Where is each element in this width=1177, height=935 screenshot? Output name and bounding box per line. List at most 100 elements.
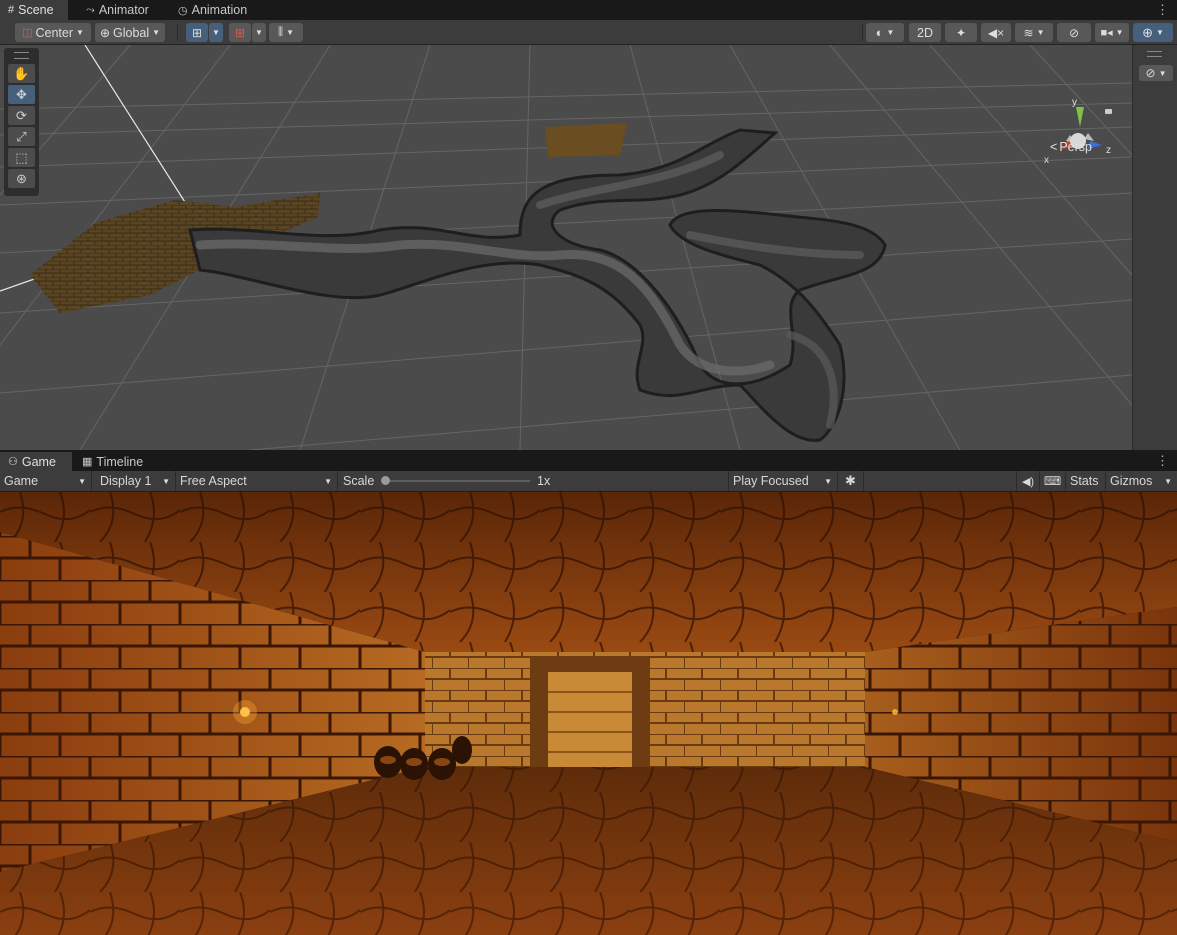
tab-timeline[interactable]: ▦ Timeline <box>74 452 160 471</box>
axis-label-z: z <box>1106 145 1111 156</box>
scene-visibility-button[interactable]: ⊘ <box>1057 23 1091 42</box>
chevron-down-icon: ▼ <box>255 28 263 37</box>
lock-icon[interactable] <box>1105 109 1112 114</box>
projection-toggle[interactable]: < Persp <box>1050 140 1092 154</box>
eye-slash-icon: ⊘ <box>1068 25 1080 40</box>
stats-label: Stats <box>1070 474 1099 488</box>
audio-toggle-button[interactable]: ◀× <box>981 23 1011 42</box>
chevron-left-icon: < <box>1050 140 1058 154</box>
grid-lines-icon: ⫼ <box>278 26 284 38</box>
toolbar-divider <box>177 24 178 41</box>
gizmos-dropdown[interactable]: Gizmos ▼ <box>1106 471 1177 491</box>
drag-handle-icon[interactable] <box>14 52 29 59</box>
scene-viewport[interactable]: ✋ ✥ ⟳ ⤢ ⬚ ⊛ y x z < Persp <box>0 45 1132 450</box>
stats-button[interactable]: Stats <box>1066 471 1106 491</box>
tab-game[interactable]: ⚇ Game <box>0 452 72 471</box>
speaker-icon: ◀) <box>1021 475 1035 488</box>
mute-audio-button[interactable]: ◀) <box>1016 471 1040 491</box>
projection-label: Persp <box>1059 140 1092 154</box>
scene-overlay-sidebar: ⊘ ▼ <box>1132 45 1177 450</box>
pivot-mode-dropdown[interactable]: ◫ Center ▼ <box>15 23 91 42</box>
axis-label-x: x <box>1044 155 1049 166</box>
aspect-dropdown[interactable]: Free Aspect ▼ <box>176 471 338 491</box>
scene-grid-render <box>0 45 1132 450</box>
overlay-compass-dropdown[interactable]: ⊘ ▼ <box>1139 65 1173 81</box>
chevron-down-icon: ▼ <box>824 477 832 486</box>
draw-mode-dropdown[interactable]: ◐ ▼ <box>866 23 904 42</box>
space-mode-label: Global <box>113 25 150 40</box>
shading-sphere-icon: ◐ <box>875 25 884 40</box>
play-mode-value: Play Focused <box>733 474 809 488</box>
move-tool-button[interactable]: ✥ <box>8 85 35 104</box>
play-mode-dropdown[interactable]: Play Focused ▼ <box>728 471 838 491</box>
rect-tool-button[interactable]: ⬚ <box>8 148 35 167</box>
space-mode-dropdown[interactable]: ⊕ Global ▼ <box>95 23 165 42</box>
gizmos-label: Gizmos <box>1110 474 1153 488</box>
gamepad-icon: ⚇ <box>8 456 18 468</box>
tab-scene[interactable]: # Scene <box>0 0 68 20</box>
chevron-down-icon: ▼ <box>1158 68 1167 78</box>
pivot-mode-label: Center <box>35 25 73 40</box>
aspect-value: Free Aspect <box>180 474 247 488</box>
move-arrows-icon: ✥ <box>16 86 27 102</box>
increment-snap-dropdown[interactable]: ▼ <box>252 23 266 42</box>
orientation-gizmo[interactable]: y x z <box>1040 97 1120 177</box>
chevron-down-icon: ▼ <box>1155 28 1164 37</box>
clock-icon: ◷ <box>178 4 188 17</box>
grid-visibility-dropdown[interactable]: ⫼ ▼ <box>269 23 303 42</box>
increment-snap-button[interactable]: ⊞ <box>229 23 251 42</box>
toggle-2d-label: 2D <box>917 25 933 40</box>
hand-icon: ✋ <box>13 65 30 81</box>
tool-palette: ✋ ✥ ⟳ ⤢ ⬚ ⊛ <box>4 48 39 196</box>
tab-timeline-label: Timeline <box>96 454 144 469</box>
pivot-icon: ◫ <box>22 27 33 39</box>
scale-slider-handle[interactable] <box>381 476 390 485</box>
game-view-value: Game <box>4 474 39 488</box>
grid-icon: # <box>8 4 15 16</box>
audio-mute-icon: ◀× <box>987 25 1005 40</box>
tab-animation-label: Animation <box>191 3 248 17</box>
scale-tool-button[interactable]: ⤢ <box>8 127 35 146</box>
scale-icon: ⤢ <box>16 128 27 144</box>
hand-tool-button[interactable]: ✋ <box>8 64 35 83</box>
tab-game-label: Game <box>21 454 56 469</box>
scene-kebab-menu-icon[interactable]: ⋮ <box>1156 3 1169 17</box>
animator-icon: ⤳ <box>86 3 95 16</box>
chevron-down-icon: ▼ <box>324 477 332 486</box>
toolbar-divider <box>862 24 863 41</box>
globe-icon: ⊕ <box>99 25 110 40</box>
rect-transform-icon: ⬚ <box>15 149 28 165</box>
grid-snap-icon: ⊞ <box>191 25 203 40</box>
transform-tool-button[interactable]: ⊛ <box>8 169 35 188</box>
scale-control: Scale 1x <box>339 471 724 491</box>
display-dropdown[interactable]: Display 1 ▼ <box>96 471 176 491</box>
keyboard-icon: ⌨ <box>1043 474 1062 488</box>
game-toolbar: Game ▼ Display 1 ▼ Free Aspect ▼ Scale 1… <box>0 471 1177 492</box>
toggle-2d-button[interactable]: 2D <box>909 23 941 42</box>
tab-animator[interactable]: ⤳ Animator <box>78 0 164 20</box>
effects-layers-icon: ≋ <box>1023 25 1034 40</box>
game-tab-bar: ⚇ Game ▦ Timeline ⋮ <box>0 452 1177 471</box>
game-view-dropdown[interactable]: Game ▼ <box>0 471 92 491</box>
snap-increment-icon: ⊞ <box>234 25 246 40</box>
drag-handle-icon[interactable] <box>1147 51 1162 57</box>
tab-animation[interactable]: ◷ Animation <box>170 0 260 20</box>
frame-debugger-button[interactable]: ✱ <box>838 471 864 491</box>
chevron-down-icon: ▼ <box>212 28 220 37</box>
camera-settings-dropdown[interactable]: ■◂ ▼ <box>1095 23 1129 42</box>
light-bulb-icon: ✦ <box>955 25 967 40</box>
grid-snapping-button[interactable]: ⊞ <box>186 23 208 42</box>
gizmos-toggle-dropdown[interactable]: ⊕ ▼ <box>1133 23 1173 42</box>
game-viewport[interactable] <box>0 492 1177 935</box>
scale-slider-track[interactable] <box>385 480 530 482</box>
shortcuts-button[interactable]: ⌨ <box>1040 471 1066 491</box>
effects-dropdown[interactable]: ≋ ▼ <box>1015 23 1053 42</box>
lighting-toggle-button[interactable]: ✦ <box>945 23 977 42</box>
game-kebab-menu-icon[interactable]: ⋮ <box>1156 454 1169 468</box>
chevron-down-icon: ▼ <box>162 477 170 486</box>
camera-icon: ■◂ <box>1100 27 1113 39</box>
rotate-tool-button[interactable]: ⟳ <box>8 106 35 125</box>
tab-scene-label: Scene <box>18 3 54 17</box>
gizmo-sphere-icon: ⊕ <box>1142 24 1153 40</box>
grid-snapping-dropdown[interactable]: ▼ <box>209 23 223 42</box>
